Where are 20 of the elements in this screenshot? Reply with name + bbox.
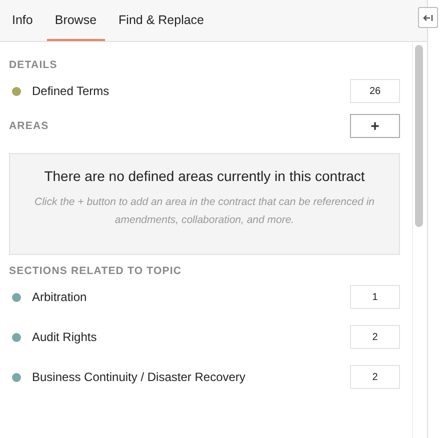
count-badge: 26 xyxy=(350,79,400,103)
tab[interactable]: Browse xyxy=(46,0,105,41)
collapse-button[interactable] xyxy=(418,7,438,28)
add-button[interactable]: + xyxy=(350,114,400,138)
section-heading: DETAILS xyxy=(9,59,58,71)
tab[interactable]: Find & Replace xyxy=(110,0,212,41)
tab[interactable]: Info xyxy=(4,0,41,41)
item-label: Defined Terms xyxy=(32,84,110,98)
item-label: Business Continuity / Disaster Recovery xyxy=(32,370,246,384)
empty-state-hint: Click the + button to add an area in the contract that can be referenced in amendments, collaboration, and more. xyxy=(34,195,376,228)
collapse-icon xyxy=(423,14,433,22)
count-badge: 2 xyxy=(350,325,400,349)
scrollbar-thumb[interactable] xyxy=(415,45,424,227)
empty-state-title: There are no defined areas currently in this contract xyxy=(43,168,366,184)
count-badge: 2 xyxy=(350,365,400,389)
section-heading: AREAS xyxy=(9,120,49,132)
item-label: Audit Rights xyxy=(32,330,98,344)
item-label: Arbitration xyxy=(32,290,88,304)
section-heading: SECTIONS RELATED TO TOPIC xyxy=(9,265,183,277)
count-badge: 1 xyxy=(350,285,400,309)
